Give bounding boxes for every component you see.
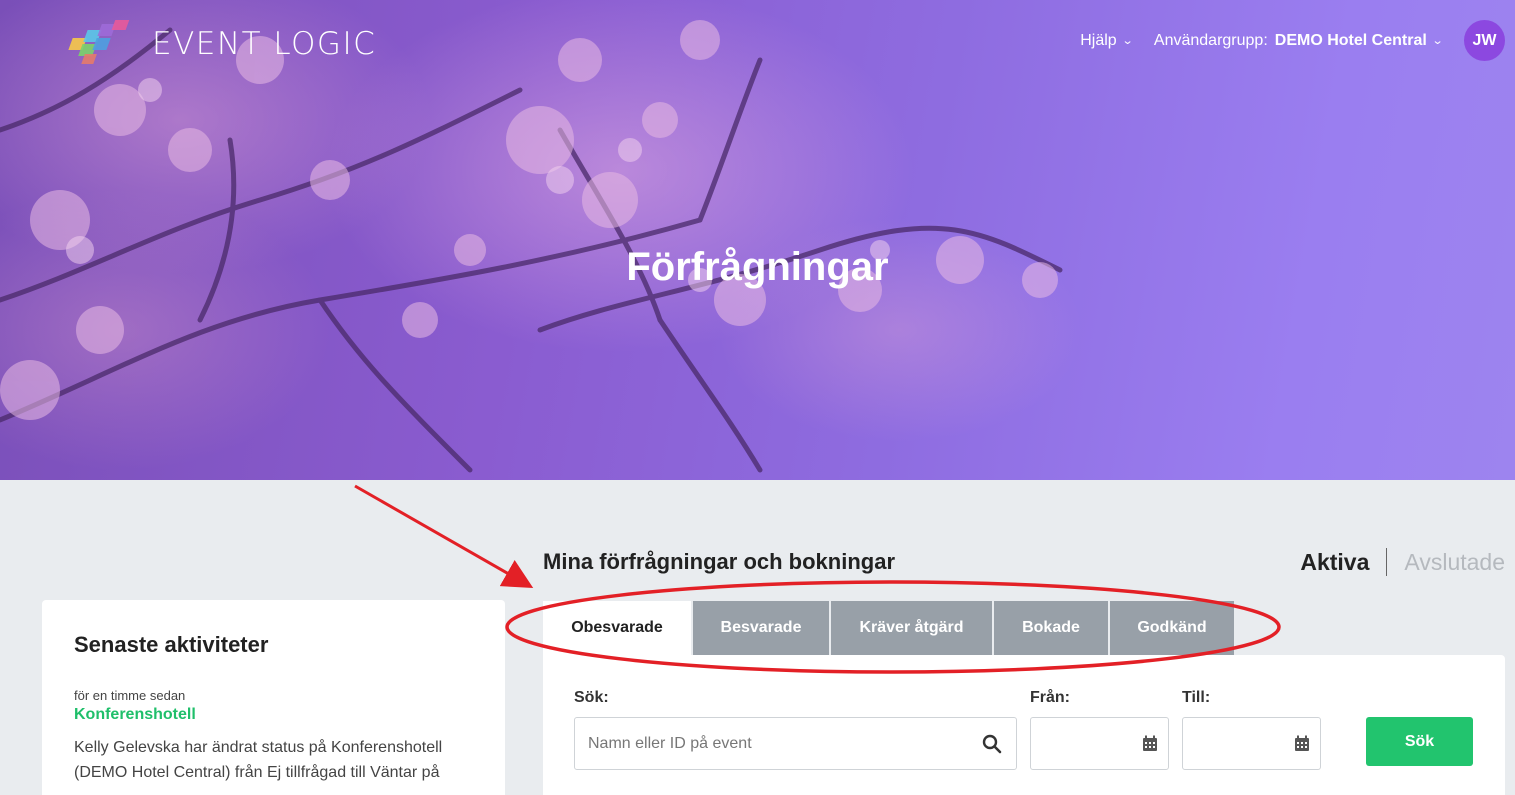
search-field[interactable]: [574, 717, 1017, 770]
help-menu[interactable]: Hjälp ⌄: [1080, 31, 1134, 50]
tab-requires-action[interactable]: Kräver åtgärd: [831, 601, 992, 655]
to-label: Till:: [1182, 689, 1211, 706]
user-group-label: Användargrupp:: [1153, 31, 1268, 49]
calendar-icon[interactable]: [1142, 735, 1158, 752]
search-panel: Sök: Från: Till: Sök: [543, 655, 1505, 795]
recent-activity-card: Senaste aktiviteter för en timme sedan K…: [42, 600, 505, 795]
logo-mark-icon: [68, 20, 130, 64]
avatar[interactable]: JW: [1464, 20, 1505, 61]
section-title: Mina förfrågningar och bokningar: [543, 549, 896, 574]
from-label: Från:: [1030, 689, 1070, 706]
status-divider: [1386, 548, 1388, 576]
search-button[interactable]: Sök: [1366, 717, 1473, 766]
activity-description: Kelly Gelevska har ändrat status på Konf…: [74, 739, 443, 781]
event-logic-logo[interactable]: EVENT LOGIC: [60, 18, 376, 70]
brand-name: EVENT LOGIC: [152, 26, 377, 62]
annotation-arrow: [354, 484, 534, 588]
page-title: Förfrågningar: [626, 245, 889, 289]
chevron-down-icon: ⌄: [1121, 35, 1134, 47]
search-label: Sök:: [574, 689, 609, 706]
from-date-field[interactable]: [1030, 717, 1169, 770]
search-input[interactable]: [575, 718, 955, 769]
activity-time: för en timme sedan: [74, 688, 186, 703]
tab-booked[interactable]: Bokade: [994, 601, 1108, 655]
user-group-value: DEMO Hotel Central: [1274, 31, 1427, 49]
calendar-icon[interactable]: [1294, 735, 1310, 752]
search-icon[interactable]: [982, 734, 1002, 754]
user-group-selector[interactable]: Användargrupp: DEMO Hotel Central ⌄: [1153, 31, 1444, 50]
activity-link[interactable]: Konferenshotell: [74, 706, 473, 724]
status-switch: Aktiva Avslutade: [1300, 548, 1505, 576]
request-tabs: Obesvarade Besvarade Kräver åtgärd Bokad…: [543, 601, 1236, 655]
activity-item: för en timme sedan Konferenshotell Kelly…: [74, 688, 473, 785]
status-active-link[interactable]: Aktiva: [1300, 549, 1369, 576]
cherry-blossom-background: [0, 20, 1063, 473]
to-date-field[interactable]: [1182, 717, 1321, 770]
tab-unanswered[interactable]: Obesvarade: [543, 601, 691, 655]
status-closed-link[interactable]: Avslutade: [1404, 549, 1505, 576]
top-navigation: Hjälp ⌄ Användargrupp: DEMO Hotel Centra…: [1080, 20, 1505, 61]
tab-approved[interactable]: Godkänd: [1110, 601, 1234, 655]
recent-activity-title: Senaste aktiviteter: [74, 632, 269, 657]
chevron-down-icon: ⌄: [1431, 35, 1444, 47]
hero-banner: EVENT LOGIC Hjälp ⌄ Användargrupp: DEMO …: [0, 0, 1515, 480]
help-label: Hjälp: [1080, 31, 1117, 49]
tab-answered[interactable]: Besvarade: [693, 601, 829, 655]
